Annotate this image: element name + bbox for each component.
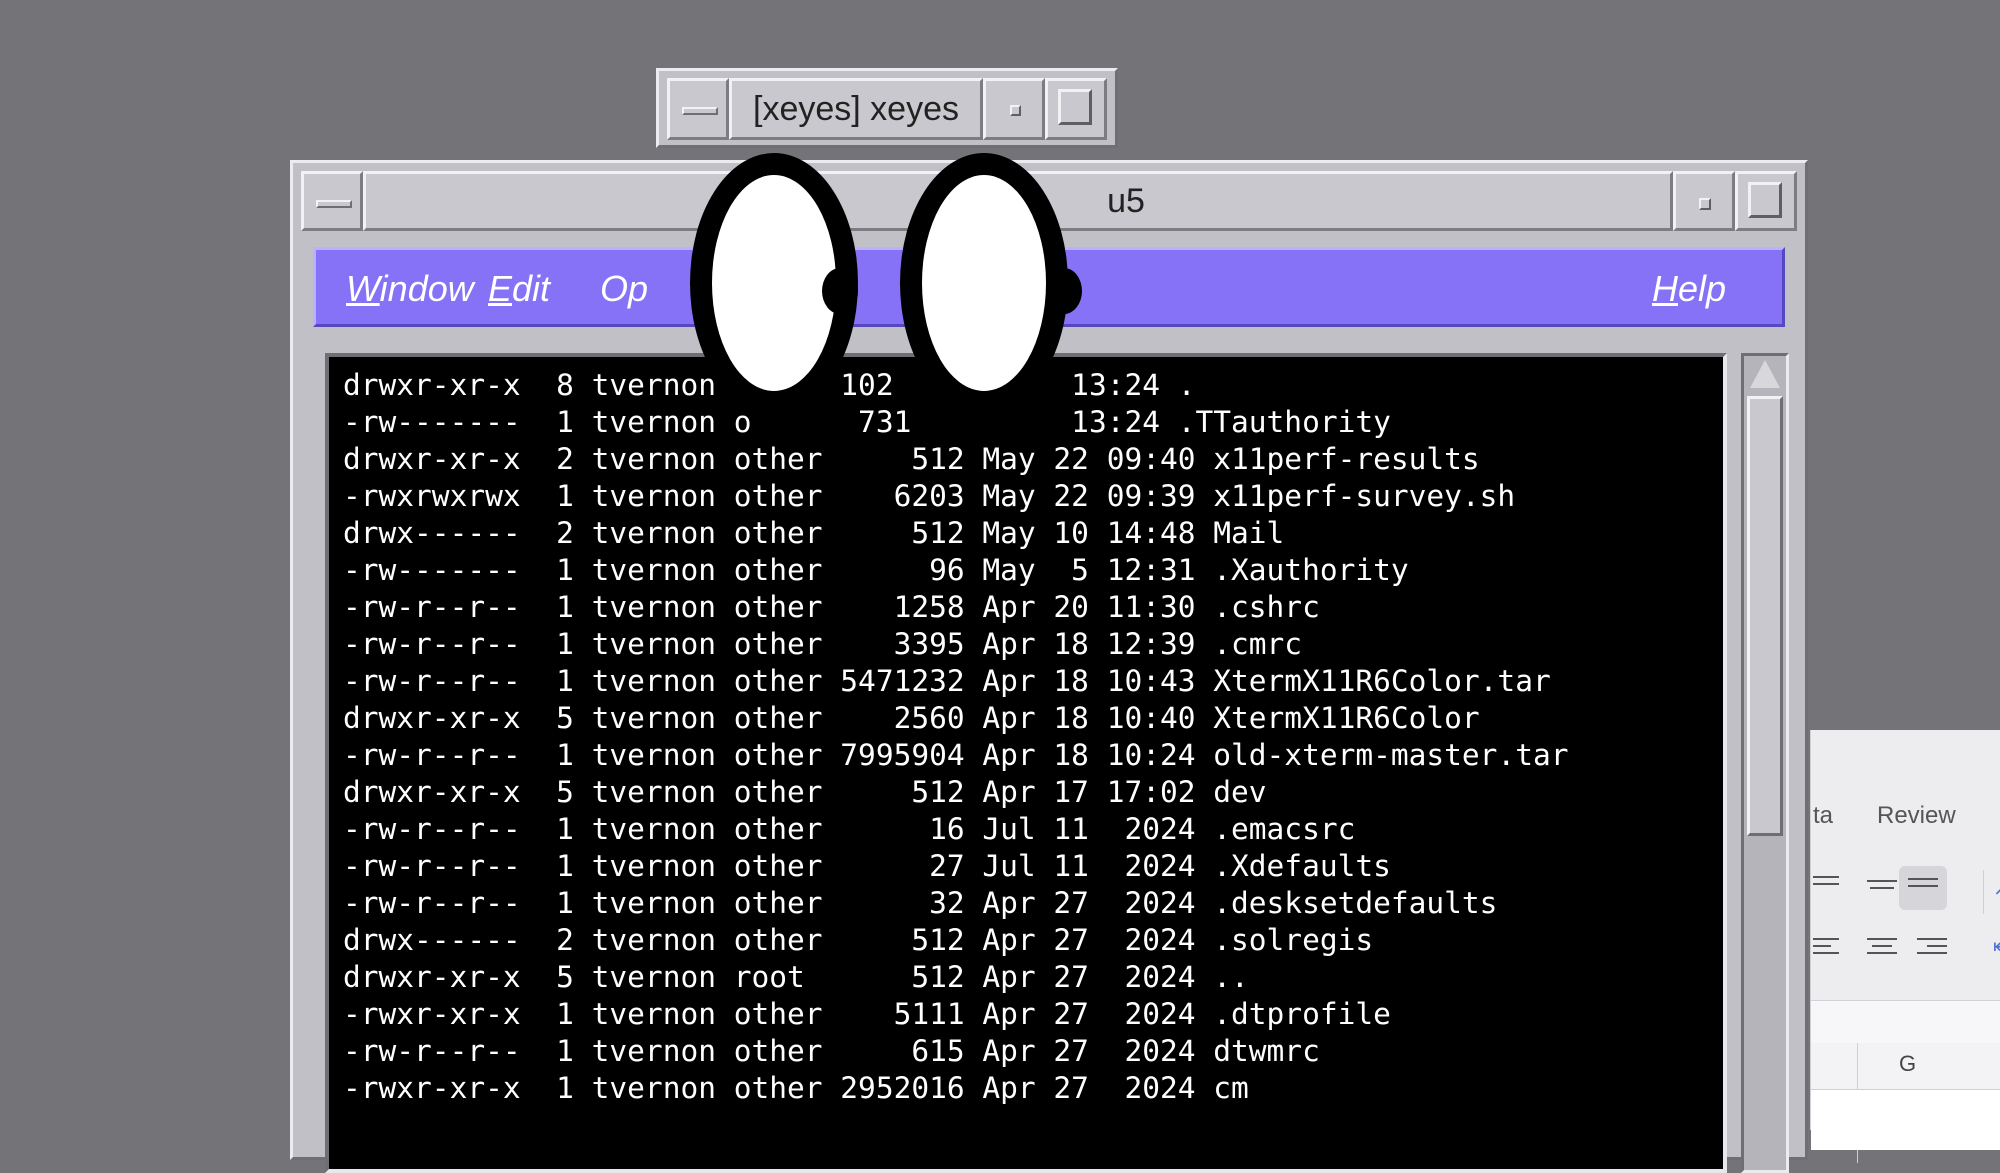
menu-window[interactable]: Window (346, 268, 474, 310)
xeyes-window: [xeyes] xeyes (656, 68, 1118, 148)
menu-help-mnemonic: H (1652, 268, 1678, 309)
menu-edit-label: dit (512, 268, 551, 309)
xeyes-right-eye (900, 153, 1082, 413)
minimize-icon (1699, 198, 1711, 210)
terminal-line: drwxr-xr-x 5 tvernon root 512 Apr 27 202… (343, 960, 1249, 994)
xeyes-window-menu-button[interactable] (667, 78, 729, 140)
left-eye-white (712, 175, 858, 391)
terminal-line: -rw-r--r-- 1 tvernon other 615 Apr 27 20… (343, 1034, 1320, 1068)
align-right-icon[interactable] (1917, 938, 1947, 960)
maximize-icon (1748, 182, 1782, 218)
ribbon-divider (1983, 870, 1984, 914)
terminal-line: -rwxrwxrwx 1 tvernon other 6203 May 22 0… (343, 479, 1516, 513)
align-top-icon[interactable] (1813, 876, 1843, 898)
terminal-title-text: u5 (1107, 182, 1145, 220)
ribbon-tab-data[interactable]: ta (1813, 802, 1833, 830)
terminal-line: drwxr-xr-x 5 tvernon other 2560 Apr 18 1… (343, 701, 1480, 735)
column-header-row: G (1811, 1043, 2000, 1090)
terminal-line: drwx------ 2 tvernon other 512 Apr 27 20… (343, 923, 1374, 957)
align-bottom-icon (1908, 878, 1938, 900)
formula-bar[interactable] (1811, 1000, 2000, 1044)
scroll-thumb[interactable] (1747, 396, 1783, 836)
maximize-button[interactable] (1735, 171, 1797, 231)
menu-edit-mnemonic: E (488, 268, 513, 309)
terminal-line: -rw-r--r-- 1 tvernon other 32 Apr 27 202… (343, 886, 1498, 920)
menu-options[interactable]: Op (600, 268, 648, 310)
terminal-line: -rw------- 1 tvernon o 731 13:24 .TTauth… (343, 405, 1391, 439)
orientation-icon[interactable]: ↗ (1993, 876, 2000, 900)
xeyes-maximize-icon (1058, 89, 1092, 125)
window-menu-button[interactable] (301, 171, 363, 231)
menu-edit[interactable]: Edit (488, 268, 550, 310)
xeyes-window-menu-icon (682, 107, 718, 115)
minimize-button[interactable] (1673, 171, 1735, 231)
menu-options-label: Op (600, 268, 649, 309)
terminal-line: -rw-r--r-- 1 tvernon other 5471232 Apr 1… (343, 664, 1551, 698)
cell-grid[interactable] (1811, 1090, 2000, 1150)
xeyes-minimize-button[interactable] (983, 78, 1045, 140)
xeyes-titlebar[interactable]: [xeyes] xeyes (667, 78, 1107, 140)
decrease-indent-icon[interactable]: ⇤ (1993, 934, 2000, 958)
terminal-line: -rw-r--r-- 1 tvernon other 7995904 Apr 1… (343, 738, 1569, 772)
xeyes-title[interactable]: [xeyes] xeyes (729, 78, 983, 140)
xeyes-maximize-button[interactable] (1045, 78, 1107, 140)
xeyes-minimize-icon (1010, 105, 1021, 116)
column-header-g[interactable]: G (1899, 1051, 1916, 1077)
spreadsheet-window: ta Review ↗ ⇤ G (1810, 730, 2000, 1163)
right-pupil (1046, 268, 1082, 314)
scroll-up-arrow-icon[interactable] (1750, 360, 1780, 388)
menu-window-mnemonic: W (346, 268, 380, 309)
terminal-line: drwx------ 2 tvernon other 512 May 10 14… (343, 516, 1285, 550)
menu-help-label: elp (1678, 268, 1727, 309)
right-eye-white (922, 175, 1082, 391)
terminal-line: -rw-r--r-- 1 tvernon other 27 Jul 11 202… (343, 849, 1391, 883)
xeyes-left-eye (690, 153, 858, 413)
menu-help[interactable]: Help (1652, 268, 1726, 310)
terminal-line: -rw------- 1 tvernon other 96 May 5 12:3… (343, 553, 1409, 587)
terminal-line: drwxr-xr-x 5 tvernon other 512 Apr 17 17… (343, 775, 1267, 809)
terminal-line: drwxr-xr-x 2 tvernon other 512 May 22 09… (343, 442, 1480, 476)
align-bottom-button[interactable] (1899, 866, 1947, 910)
terminal-line: -rw-r--r-- 1 tvernon other 1258 Apr 20 1… (343, 590, 1320, 624)
align-left-icon[interactable] (1813, 938, 1843, 960)
terminal-line: -rw-r--r-- 1 tvernon other 3395 Apr 18 1… (343, 627, 1303, 661)
left-pupil (822, 268, 858, 314)
terminal-line: -rw-r--r-- 1 tvernon other 16 Jul 11 202… (343, 812, 1356, 846)
align-middle-icon[interactable] (1867, 880, 1897, 902)
align-center-icon[interactable] (1867, 938, 1897, 960)
terminal-scrollbar[interactable] (1741, 353, 1789, 1173)
ribbon-tab-review[interactable]: Review (1877, 802, 1956, 830)
terminal-line: -rwxr-xr-x 1 tvernon other 5111 Apr 27 2… (343, 997, 1391, 1031)
terminal-screen[interactable]: drwxr-xr-x 8 tvernon 102 13:24 . -rw----… (325, 353, 1727, 1173)
terminal-line: -rwxr-xr-x 1 tvernon other 2952016 Apr 2… (343, 1071, 1249, 1105)
menu-window-label: indow (379, 268, 474, 309)
window-menu-icon (316, 200, 352, 208)
